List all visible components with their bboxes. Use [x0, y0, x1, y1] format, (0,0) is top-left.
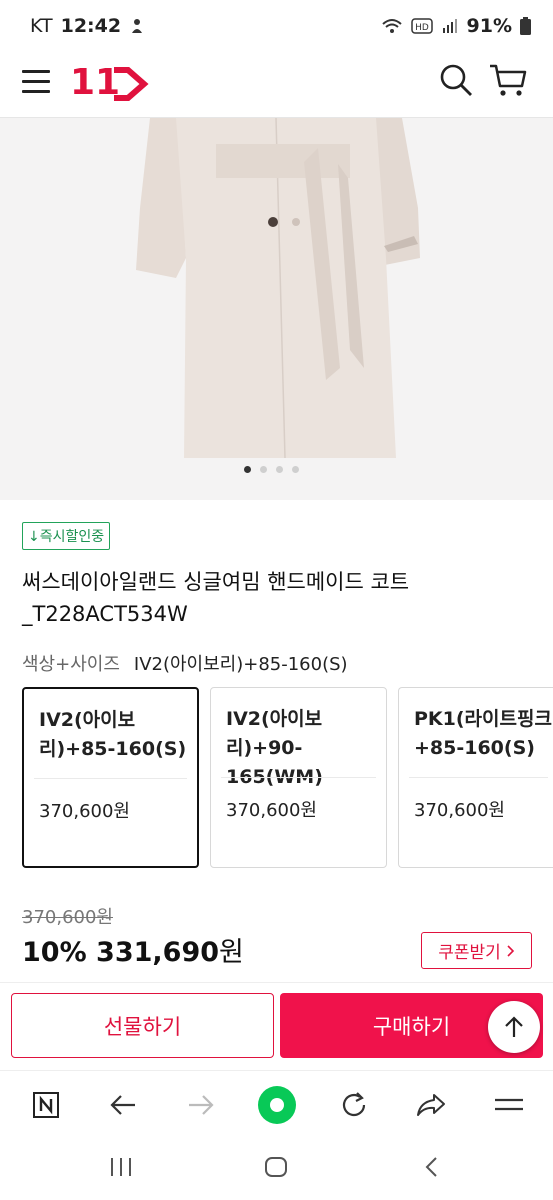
menu-icon[interactable] [489, 1085, 529, 1125]
option-price: 370,600원 [39, 801, 130, 822]
arrow-up-icon [505, 1016, 523, 1037]
option-name: IV2(아이보리)+85-160(S) [39, 709, 187, 760]
svg-text:HD: HD [415, 23, 429, 33]
wifi-icon [381, 19, 402, 33]
app-header: 11 [0, 52, 553, 118]
scroll-top-button[interactable] [488, 1001, 540, 1053]
option-label: 색상+사이즈 [22, 654, 120, 675]
divider [221, 777, 376, 778]
gift-button[interactable]: 선물하기 [11, 993, 274, 1058]
battery-level: 91% [466, 15, 512, 37]
option-value: IV2(아이보리)+85-160(S) [133, 654, 348, 675]
search-icon[interactable] [438, 62, 474, 98]
pagination-dot[interactable] [244, 466, 251, 473]
browser-toolbar [0, 1070, 553, 1136]
battery-icon [520, 17, 531, 35]
clock: 12:42 [60, 15, 122, 37]
svg-text:11: 11 [70, 62, 120, 102]
coupon-label: 쿠폰받기 [438, 943, 501, 963]
option-name: IV2(아이보리)+90-165(WM) [226, 708, 323, 788]
recents-icon[interactable] [109, 1156, 133, 1182]
option-price: 370,600원 [414, 800, 505, 821]
menu-button[interactable] [22, 70, 50, 94]
signal-icon [442, 19, 457, 33]
hd-icon: HD [410, 18, 433, 34]
carrier: KT [30, 15, 53, 37]
divider [0, 982, 553, 983]
sale-price: 331,690 [96, 937, 220, 968]
home-icon[interactable] [257, 1085, 297, 1125]
back-icon[interactable] [103, 1085, 143, 1125]
notification-icon [132, 19, 143, 33]
pagination-dot[interactable] [292, 466, 299, 473]
divider [409, 777, 548, 778]
system-navigation-bar [0, 1140, 553, 1200]
pagination-dot[interactable] [276, 466, 283, 473]
brand-logo[interactable]: 11 [70, 62, 150, 103]
currency-unit: 원 [219, 937, 244, 968]
final-price: 10% 331,690원 [22, 930, 244, 969]
home-icon[interactable] [264, 1156, 288, 1182]
back-icon[interactable] [424, 1156, 438, 1182]
chevron-right-icon [507, 944, 514, 957]
coat-image [0, 118, 553, 500]
cart-icon[interactable] [488, 62, 528, 98]
original-price: 370,600원 [22, 907, 113, 928]
divider [34, 778, 187, 779]
option-card[interactable]: IV2(아이보리)+85-160(S) 370,600원 [22, 687, 199, 868]
option-price: 370,600원 [226, 800, 317, 821]
reload-icon[interactable] [334, 1085, 374, 1125]
discount-rate: 10% [22, 937, 87, 968]
coupon-button[interactable]: 쿠폰받기 [421, 932, 532, 969]
forward-icon[interactable] [181, 1085, 221, 1125]
pagination-dot[interactable] [260, 466, 267, 473]
selected-option-row: 색상+사이즈 IV2(아이보리)+85-160(S) [22, 650, 348, 676]
status-bar: KT 12:42 HD 91% [0, 0, 553, 52]
naver-icon[interactable] [26, 1085, 66, 1125]
product-image[interactable] [0, 118, 553, 500]
option-name: PK1(라이트핑크)+85-160(S) [414, 708, 553, 759]
option-card[interactable]: PK1(라이트핑크)+85-160(S) 370,600원 [398, 687, 553, 868]
product-title: 써스데이아일랜드 싱글여밈 핸드메이드 코트 _T228ACT534W [22, 570, 410, 626]
share-icon[interactable] [411, 1085, 451, 1125]
gallery-pagination [244, 466, 299, 473]
option-card[interactable]: IV2(아이보리)+90-165(WM) 370,600원 [210, 687, 387, 868]
discount-badge: ↓즉시할인중 [22, 522, 111, 550]
